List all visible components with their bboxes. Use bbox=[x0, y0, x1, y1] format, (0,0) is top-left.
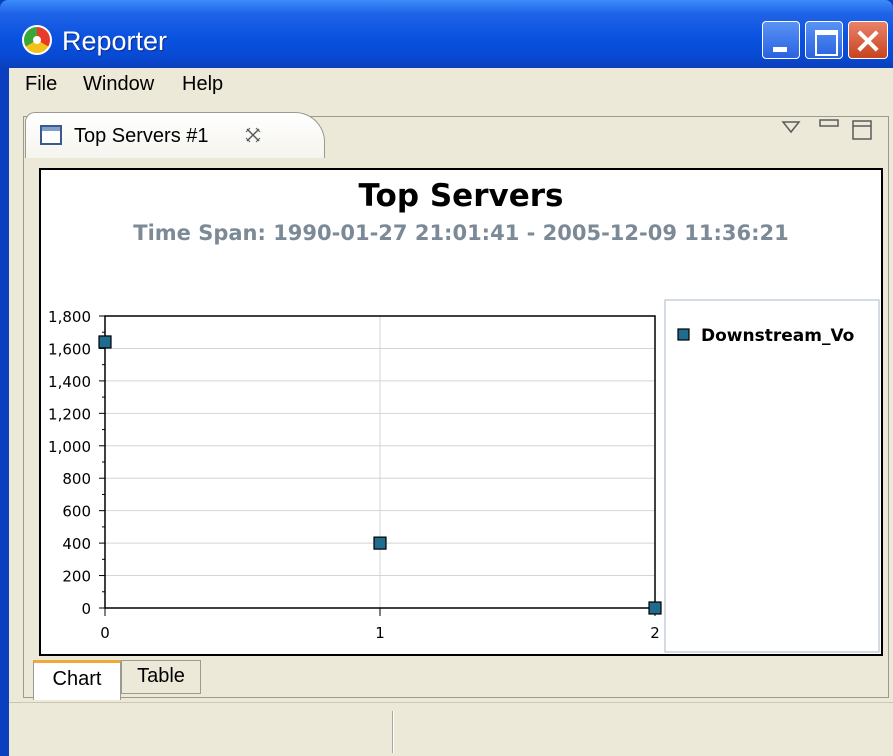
y-tick-label: 1,800 bbox=[48, 308, 91, 326]
status-divider bbox=[392, 711, 394, 753]
y-tick-label: 1,000 bbox=[48, 438, 91, 456]
y-tick-label: 1,400 bbox=[48, 373, 91, 391]
data-point bbox=[98, 335, 112, 349]
view-tab-top-servers[interactable]: Top Servers #1 bbox=[25, 112, 325, 158]
y-tick-label: 200 bbox=[62, 568, 91, 586]
tab-table[interactable]: Table bbox=[121, 660, 201, 694]
menu-help[interactable]: Help bbox=[182, 72, 223, 96]
chart-subtitle: Time Span: 1990-01-27 21:01:41 - 2005-12… bbox=[133, 221, 789, 245]
data-point bbox=[648, 601, 662, 615]
legend-entry-label: Downstream_Vo bbox=[701, 326, 854, 346]
y-tick-label: 0 bbox=[81, 600, 91, 618]
reporter-app-icon bbox=[22, 25, 52, 55]
view-maximize-icon[interactable] bbox=[852, 120, 872, 140]
x-tick-label: 1 bbox=[375, 624, 385, 642]
legend-swatch bbox=[677, 328, 690, 341]
y-tick-label: 1,200 bbox=[48, 405, 91, 423]
menu-bar: File Window Help bbox=[9, 68, 893, 100]
plot-area: 1,800 1,600 1,400 1,200 1,000 800 600 400 200 00 1… bbox=[48, 308, 662, 642]
title-bar[interactable]: Reporter bbox=[0, 0, 893, 68]
x-tick-label: 2 bbox=[650, 624, 660, 642]
status-bar bbox=[9, 702, 893, 756]
tab-chart[interactable]: Chart bbox=[33, 660, 121, 700]
legend-box bbox=[664, 299, 880, 653]
chart-canvas: Top Servers Time Span: 1990-01-27 21:01:… bbox=[39, 168, 883, 656]
view-tab-label: Top Servers #1 bbox=[74, 125, 209, 147]
menu-window[interactable]: Window bbox=[83, 72, 154, 96]
data-point bbox=[373, 536, 387, 550]
y-tick-label: 1,600 bbox=[48, 340, 91, 358]
x-tick-label: 0 bbox=[100, 624, 110, 642]
view-menu-chevron-icon[interactable] bbox=[781, 120, 801, 134]
chart-svg: Top Servers Time Span: 1990-01-27 21:01:… bbox=[48, 178, 880, 653]
minimize-button[interactable] bbox=[762, 21, 800, 59]
view-tab-icon bbox=[40, 125, 62, 145]
maximize-button[interactable] bbox=[805, 21, 843, 59]
y-tick-label: 400 bbox=[62, 535, 91, 553]
reporter-window: Reporter File Window Help Top Servers #1 bbox=[0, 0, 893, 756]
close-button[interactable] bbox=[848, 21, 888, 59]
menu-file[interactable]: File bbox=[25, 72, 57, 96]
y-tick-label: 800 bbox=[62, 470, 91, 488]
client-area: File Window Help Top Servers #1 Top Serv… bbox=[9, 68, 893, 756]
window-title: Reporter bbox=[62, 26, 168, 56]
view-minimize-icon[interactable] bbox=[819, 119, 839, 129]
y-tick-label: 600 bbox=[62, 503, 91, 521]
chart-title: Top Servers bbox=[359, 178, 564, 214]
legend: Downstream_Vo bbox=[664, 299, 880, 653]
tab-close-icon[interactable] bbox=[245, 127, 261, 143]
